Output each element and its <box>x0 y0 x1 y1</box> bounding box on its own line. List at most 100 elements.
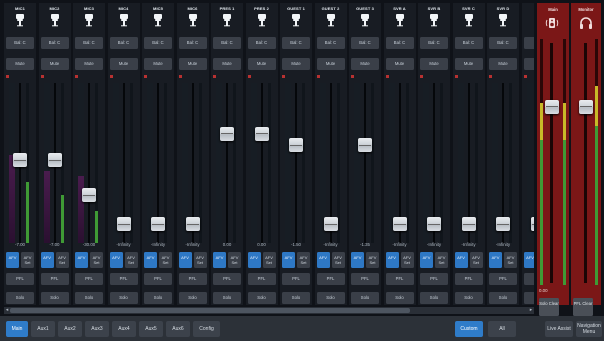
solo-button[interactable]: Solo <box>144 292 172 304</box>
microphone-icon[interactable] <box>531 13 535 27</box>
afv-button[interactable]: AFV <box>75 252 88 268</box>
balance-button[interactable]: Bal: C <box>282 37 310 49</box>
mute-button[interactable]: Mute <box>213 58 241 70</box>
afv-button[interactable]: AFV <box>6 252 19 268</box>
afv-set-button[interactable]: AFV Set <box>262 252 276 268</box>
pfl-button[interactable]: PFL <box>385 273 414 285</box>
microphone-icon[interactable] <box>427 13 441 27</box>
pfl-button[interactable]: PFL <box>454 273 483 285</box>
mute-button[interactable]: Mute <box>178 58 207 70</box>
afv-button[interactable]: AFV <box>213 252 226 268</box>
afv-set-button[interactable]: AFV Set <box>124 252 138 268</box>
balance-button[interactable]: Bal: C <box>489 37 517 49</box>
balance-button[interactable]: Bal: C <box>144 37 172 49</box>
pfl-button[interactable]: PFL <box>6 273 34 285</box>
tab-main[interactable]: Main <box>6 321 28 337</box>
solo-clear-button[interactable]: Solo Clear <box>539 298 559 316</box>
channel-fader[interactable] <box>254 126 269 141</box>
mute-button[interactable]: Mute <box>420 58 448 70</box>
pfl-button[interactable]: PFL <box>109 273 138 285</box>
tab-aux6[interactable]: Aux6 <box>166 321 190 337</box>
afv-button[interactable]: AFV <box>144 252 157 268</box>
microphone-icon[interactable] <box>13 13 27 27</box>
afv-button[interactable]: AFV <box>247 252 261 268</box>
scroll-right-icon[interactable]: ▸ <box>528 307 534 314</box>
channel-fader[interactable] <box>530 217 534 232</box>
afv-set-button[interactable]: AFV Set <box>159 252 172 268</box>
balance-button[interactable]: Bal: C <box>6 37 34 49</box>
solo-button[interactable]: Solo <box>282 292 310 304</box>
balance-button[interactable]: Bal: C <box>454 37 483 49</box>
afv-set-button[interactable]: AFV Set <box>469 252 483 268</box>
pfl-button[interactable]: PFL <box>144 273 172 285</box>
solo-button[interactable]: Solo <box>109 292 138 304</box>
microphone-icon[interactable] <box>48 13 62 27</box>
pfl-button[interactable]: PFL <box>351 273 379 285</box>
pfl-button[interactable]: PFL <box>213 273 241 285</box>
solo-button[interactable]: Solo <box>420 292 448 304</box>
live-assist-button[interactable]: Live Assist <box>545 321 573 337</box>
balance-button[interactable]: Bal: C <box>178 37 207 49</box>
mute-button[interactable]: Mute <box>75 58 103 70</box>
afv-set-button[interactable]: AFV Set <box>90 252 103 268</box>
tab-aux4[interactable]: Aux4 <box>112 321 136 337</box>
balance-button[interactable]: Bal: C <box>385 37 414 49</box>
mute-button[interactable]: Mute <box>454 58 483 70</box>
channel-fader[interactable] <box>82 188 96 203</box>
solo-button[interactable]: Solo <box>489 292 517 304</box>
afv-button[interactable]: AFV <box>282 252 295 268</box>
channel-fader[interactable] <box>47 153 62 168</box>
afv-set-button[interactable]: AFV Set <box>331 252 345 268</box>
solo-button[interactable]: Solo <box>351 292 379 304</box>
afv-set-button[interactable]: AFV Set <box>297 252 310 268</box>
afv-set-button[interactable]: AFV Set <box>400 252 414 268</box>
solo-button[interactable]: Solo <box>247 292 276 304</box>
channel-fader[interactable] <box>13 153 27 168</box>
tab-aux1[interactable]: Aux1 <box>31 321 55 337</box>
mute-button[interactable]: Mute <box>489 58 517 70</box>
afv-button[interactable]: AFV <box>109 252 123 268</box>
balance-button[interactable]: Bal: C <box>40 37 69 49</box>
mute-button[interactable]: Mute <box>351 58 379 70</box>
scrollbar-thumb[interactable] <box>10 308 410 313</box>
channel-fader[interactable] <box>289 138 303 153</box>
afv-set-button[interactable]: AFV Set <box>193 252 207 268</box>
solo-button[interactable]: Solo <box>385 292 414 304</box>
solo-button[interactable]: Solo <box>454 292 483 304</box>
solo-button[interactable]: Solo <box>316 292 345 304</box>
afv-button[interactable]: AFV <box>178 252 192 268</box>
microphone-icon[interactable] <box>151 13 165 27</box>
navigation-menu-button[interactable]: Navigation Menu <box>576 321 602 337</box>
balance-button[interactable]: Bal: C <box>247 37 276 49</box>
afv-set-button[interactable]: AFV Set <box>21 252 34 268</box>
balance-button[interactable]: Ba <box>523 37 534 49</box>
channel-fader[interactable] <box>427 217 441 232</box>
solo-button[interactable]: Solo <box>40 292 69 304</box>
channel-fader[interactable] <box>392 217 407 232</box>
view-custom-button[interactable]: Custom <box>455 321 483 337</box>
pfl-button[interactable]: PFL <box>420 273 448 285</box>
microphone-icon[interactable] <box>393 13 407 27</box>
channel-fader[interactable] <box>151 217 165 232</box>
afv-button[interactable]: AFV <box>523 252 534 268</box>
afv-set-button[interactable]: AFV Set <box>435 252 448 268</box>
afv-set-button[interactable]: AFV Set <box>366 252 379 268</box>
microphone-icon[interactable] <box>289 13 303 27</box>
afv-button[interactable]: AFV <box>40 252 54 268</box>
tab-aux2[interactable]: Aux2 <box>58 321 82 337</box>
microphone-icon[interactable] <box>358 13 372 27</box>
mute-button[interactable]: Mute <box>40 58 69 70</box>
balance-button[interactable]: Bal: C <box>109 37 138 49</box>
mute-button[interactable]: Mute <box>144 58 172 70</box>
afv-set-button[interactable]: AFV Set <box>504 252 517 268</box>
channel-fader[interactable] <box>461 217 476 232</box>
pfl-button[interactable]: PFL <box>247 273 276 285</box>
mute-button[interactable]: Mute <box>316 58 345 70</box>
afv-button[interactable]: AFV <box>489 252 502 268</box>
solo-button[interactable]: Solo <box>75 292 103 304</box>
channel-fader[interactable] <box>358 138 372 153</box>
afv-button[interactable]: AFV <box>420 252 433 268</box>
afv-button[interactable]: AFV <box>454 252 468 268</box>
microphone-icon[interactable] <box>496 13 510 27</box>
balance-button[interactable]: Bal: C <box>420 37 448 49</box>
